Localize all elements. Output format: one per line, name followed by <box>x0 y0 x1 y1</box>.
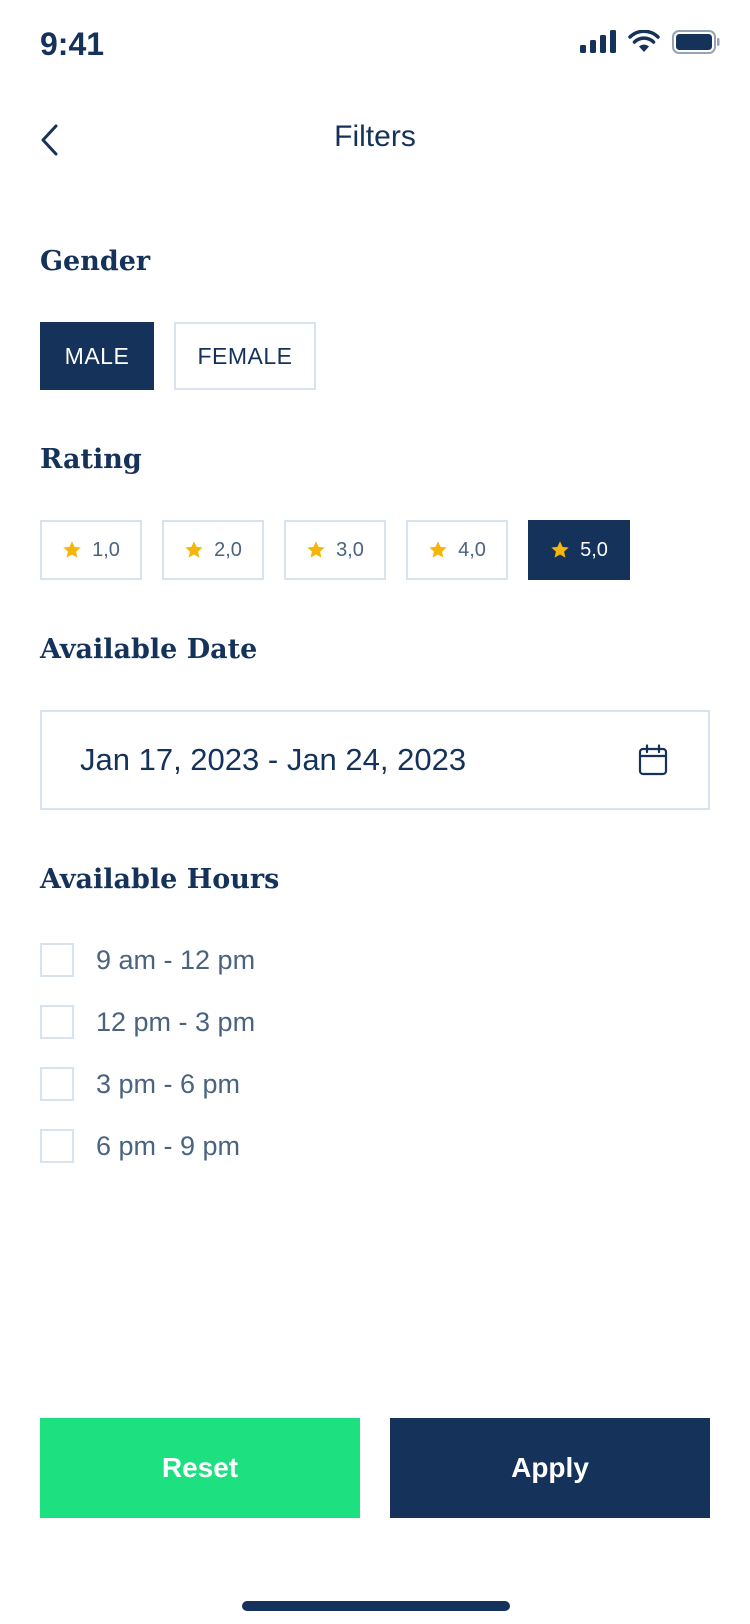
gender-label: Gender <box>40 246 151 277</box>
rating-value: 1,0 <box>92 538 120 561</box>
hour-option-label: 12 pm - 3 pm <box>96 1006 256 1037</box>
checkbox[interactable] <box>40 1005 74 1039</box>
status-bar: 9:41 <box>0 0 750 92</box>
checkbox[interactable] <box>40 1129 74 1163</box>
signal-icon <box>580 30 616 53</box>
date-range-value: Jan 17, 2023 - Jan 24, 2023 <box>80 742 467 777</box>
hour-option-label: 9 am - 12 pm <box>96 944 256 975</box>
gender-option-male[interactable]: MALE <box>40 322 154 390</box>
star-icon <box>185 541 203 558</box>
rating-value: 3,0 <box>336 538 364 561</box>
hour-option-label: 6 pm - 9 pm <box>96 1130 241 1161</box>
star-icon <box>551 541 569 558</box>
checkbox[interactable] <box>40 943 74 977</box>
rating-value: 2,0 <box>214 538 242 561</box>
date-range-field[interactable]: Jan 17, 2023 - Jan 24, 2023 <box>40 710 710 810</box>
rating-option-3[interactable]: 3,0 <box>284 520 386 580</box>
status-time: 9:41 <box>40 26 105 62</box>
star-icon <box>429 541 447 558</box>
rating-label: Rating <box>40 444 142 475</box>
available-hours-label: Available Hours <box>40 864 280 895</box>
calendar-icon[interactable] <box>638 744 668 776</box>
page-title: Filters <box>334 120 416 153</box>
apply-button[interactable]: Apply <box>390 1418 710 1518</box>
hour-option-2[interactable]: 12 pm - 3 pm <box>40 1004 255 1040</box>
hour-option-label: 3 pm - 6 pm <box>96 1068 241 1099</box>
star-icon <box>307 541 325 558</box>
available-date-label: Available Date <box>40 634 258 665</box>
status-icons <box>580 30 720 54</box>
gender-option-label: MALE <box>64 342 130 369</box>
rating-option-1[interactable]: 1,0 <box>40 520 142 580</box>
home-indicator <box>242 1601 510 1611</box>
hour-option-1[interactable]: 9 am - 12 pm <box>40 942 255 978</box>
reset-button[interactable]: Reset <box>40 1418 360 1518</box>
gender-option-female[interactable]: FEMALE <box>174 322 316 390</box>
hour-option-4[interactable]: 6 pm - 9 pm <box>40 1128 240 1164</box>
battery-icon <box>672 30 720 54</box>
nav-bar: Filters <box>0 100 750 180</box>
checkbox[interactable] <box>40 1067 74 1101</box>
rating-value: 4,0 <box>458 538 486 561</box>
rating-option-4[interactable]: 4,0 <box>406 520 508 580</box>
gender-option-label: FEMALE <box>197 342 293 369</box>
hour-option-3[interactable]: 3 pm - 6 pm <box>40 1066 240 1102</box>
rating-option-2[interactable]: 2,0 <box>162 520 264 580</box>
star-icon <box>63 541 81 558</box>
wifi-icon <box>628 30 660 52</box>
rating-option-5[interactable]: 5,0 <box>528 520 630 580</box>
rating-value: 5,0 <box>580 538 608 561</box>
